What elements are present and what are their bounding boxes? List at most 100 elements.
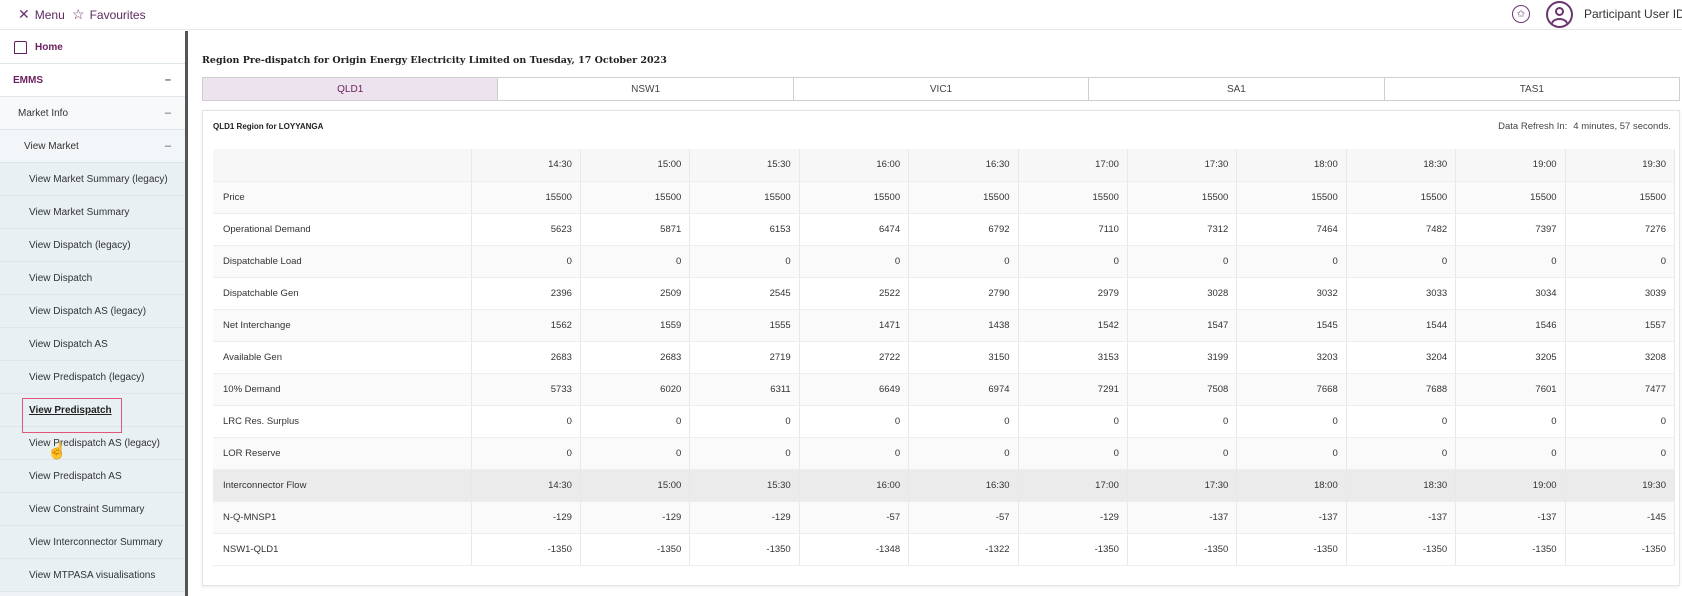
column-header: 19:00 — [1455, 149, 1566, 182]
table-cell: -1322 — [908, 533, 1019, 566]
table-cell: 1557 — [1565, 309, 1676, 342]
table-cell: 7601 — [1455, 373, 1566, 406]
table-cell: 6474 — [799, 213, 910, 246]
sidebar-item-label: View Constraint Summary — [29, 503, 145, 515]
refresh-label: Data Refresh In: — [1498, 121, 1568, 132]
table-cell: 15500 — [1018, 181, 1128, 214]
interconnector-flow-label: Interconnector Flow — [213, 469, 472, 502]
table-cell: 6311 — [689, 373, 800, 406]
main-content: Region Pre-dispatch for Origin Energy El… — [192, 31, 1682, 596]
top-bar: ✕ Menu ☆ Favourites ✩ Participant User I… — [0, 0, 1682, 30]
region-tabs: QLD1 NSW1 VIC1 SA1 TAS1 — [202, 77, 1680, 101]
table-cell: -1350 — [1455, 533, 1566, 566]
table-cell: 7110 — [1018, 213, 1128, 246]
tab-vic1[interactable]: VIC1 — [793, 78, 1090, 100]
sidebar-item-market-info[interactable]: Market Info – — [0, 97, 185, 130]
sidebar-item-view-market[interactable]: View Market – — [0, 130, 185, 163]
table-cell: 1559 — [580, 309, 691, 342]
table-cell: -145 — [1565, 501, 1676, 534]
table-cell: 2683 — [471, 341, 581, 374]
sidebar-item-view-dispatch[interactable]: View Dispatch — [0, 262, 185, 295]
sidebar-item-label: View Market Summary — [29, 206, 130, 218]
table-cell: 7464 — [1236, 213, 1347, 246]
collapse-icon: – — [164, 140, 171, 152]
table-cell: -1350 — [1565, 533, 1676, 566]
table-cell: -129 — [1018, 501, 1128, 534]
table-cell: 1562 — [471, 309, 581, 342]
sidebar-item-emms[interactable]: EMMS – — [0, 64, 185, 97]
tab-nsw1[interactable]: NSW1 — [498, 78, 794, 100]
sidebar-market-info-label: Market Info — [18, 107, 69, 119]
highlight-box — [22, 398, 122, 433]
table-cell: 1438 — [908, 309, 1019, 342]
table-cell: 1546 — [1455, 309, 1566, 342]
row-label: Available Gen — [213, 341, 472, 374]
sidebar-item-view-interconnector-summary[interactable]: View Interconnector Summary — [0, 526, 185, 559]
favourites-button[interactable]: ☆ Favourites — [72, 6, 146, 23]
home-icon — [14, 40, 27, 54]
table-cell: 2683 — [580, 341, 691, 374]
column-header: 19:30 — [1565, 149, 1676, 182]
table-cell: 15500 — [471, 181, 581, 214]
sidebar-item-view-mtpasa-visualisations[interactable]: View MTPASA visualisations — [0, 559, 185, 592]
table-cell: 0 — [1236, 437, 1347, 470]
menu-button[interactable]: ✕ Menu — [18, 6, 65, 23]
refresh-value: 4 minutes, 57 seconds. — [1573, 121, 1671, 132]
table-cell: 0 — [1018, 245, 1128, 278]
menu-label: Menu — [34, 7, 65, 22]
table-cell: -1348 — [799, 533, 910, 566]
tab-qld1[interactable]: QLD1 — [203, 78, 499, 100]
table-cell: -129 — [580, 501, 691, 534]
panel-title: QLD1 Region for LOYYANGA — [213, 122, 324, 131]
table-cell: -1350 — [1127, 533, 1238, 566]
table-cell: 1555 — [689, 309, 800, 342]
column-header: 19:00 — [1455, 469, 1566, 502]
tab-tas1[interactable]: TAS1 — [1384, 78, 1680, 100]
table-cell: 0 — [689, 405, 800, 438]
table-cell: -129 — [471, 501, 581, 534]
row-label: N-Q-MNSP1 — [213, 501, 472, 534]
column-header: 18:00 — [1236, 469, 1347, 502]
row-label: 10% Demand — [213, 373, 472, 406]
table-cell: -1350 — [1346, 533, 1457, 566]
table-cell: 0 — [1565, 405, 1676, 438]
table-cell: 2396 — [471, 277, 581, 310]
table-cell: 2719 — [689, 341, 800, 374]
table-cell: -137 — [1236, 501, 1347, 534]
table-cell: 0 — [689, 245, 800, 278]
sidebar-item-view-market-summary-legacy[interactable]: View Market Summary (legacy) — [0, 163, 185, 196]
table-cell: 15500 — [1346, 181, 1457, 214]
table-cell: 7668 — [1236, 373, 1347, 406]
user-label: Participant User ID — [1584, 7, 1682, 21]
table-cell: 7688 — [1346, 373, 1457, 406]
table-row: Operational Demand 5623 5871 6153 6474 6792 71… — [213, 213, 1676, 246]
table-cell: 3199 — [1127, 341, 1238, 374]
sidebar-item-view-dispatch-as[interactable]: View Dispatch AS — [0, 328, 185, 361]
sidebar-item-view-predispatch-as[interactable]: View Predispatch AS — [0, 460, 185, 493]
sidebar-item-view-constraint-summary[interactable]: View Constraint Summary — [0, 493, 185, 526]
table-row: Dispatchable Gen 2396 2509 2545 2522 2790 2979… — [213, 277, 1676, 310]
table-cell: 2790 — [908, 277, 1019, 310]
sidebar-item-label: View Dispatch (legacy) — [29, 239, 131, 251]
table-cell: 15500 — [1455, 181, 1566, 214]
sidebar-item-view-predispatch-legacy[interactable]: View Predispatch (legacy) — [0, 361, 185, 394]
column-header: 18:30 — [1346, 149, 1457, 182]
sidebar-item-home[interactable]: Home — [0, 31, 185, 64]
tab-sa1[interactable]: SA1 — [1089, 78, 1385, 100]
close-x-icon: ✕ — [18, 6, 30, 22]
table-cell: 0 — [1346, 405, 1457, 438]
favourite-badge-icon[interactable]: ✩ — [1512, 5, 1530, 23]
table-cell: 0 — [1127, 437, 1238, 470]
user-menu[interactable]: Participant User ID˅ — [1584, 7, 1682, 21]
sidebar-item-view-dispatch-legacy[interactable]: View Dispatch (legacy) — [0, 229, 185, 262]
favourites-label: Favourites — [89, 7, 146, 22]
column-header: 14:30 — [471, 469, 581, 502]
star-icon: ☆ — [72, 6, 85, 22]
user-avatar-icon[interactable] — [1546, 1, 1573, 28]
table-row: 10% Demand 5733 6020 6311 6649 6974 7291 7508 76… — [213, 373, 1676, 406]
region-panel: QLD1 Region for LOYYANGA Data Refresh In… — [202, 110, 1680, 586]
table-row: LRC Res. Surplus 0 0 0 0 0 0 0 0 0 0 0 — [213, 405, 1676, 438]
sidebar-item-view-dispatch-as-legacy[interactable]: View Dispatch AS (legacy) — [0, 295, 185, 328]
sidebar-item-view-market-summary[interactable]: View Market Summary — [0, 196, 185, 229]
table-cell: 6649 — [799, 373, 910, 406]
